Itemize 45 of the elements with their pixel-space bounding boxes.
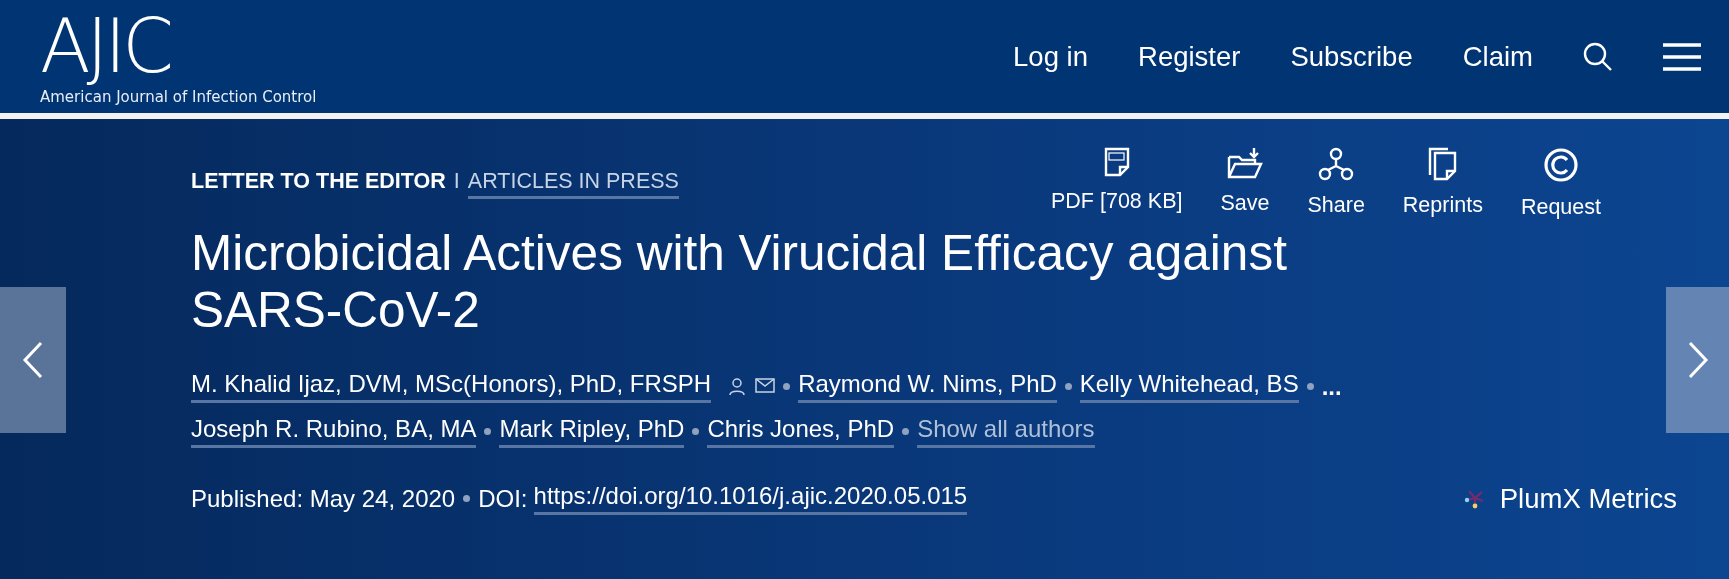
toolbar-button[interactable]: Save: [1212, 147, 1278, 220]
share-icon: [1318, 147, 1355, 181]
separator: I: [453, 169, 460, 194]
bullet: [1306, 383, 1314, 390]
copyright-icon: [1542, 147, 1579, 183]
bullet: [902, 428, 910, 435]
author-link[interactable]: M. Khalid Ijaz, DVM, MSc(Honors), PhD, FRSPH: [191, 370, 712, 403]
nav-link[interactable]: Claim: [1462, 40, 1533, 73]
search-icon[interactable]: [1583, 41, 1613, 72]
doi-label: DOI:: [478, 484, 528, 513]
menu-icon[interactable]: [1663, 41, 1701, 72]
author-link[interactable]: Mark Ripley, PhD: [499, 415, 685, 448]
doi-link[interactable]: https://doi.org/10.1016/j.ajic.2020.05.015: [533, 482, 968, 515]
chevron-left-icon: [21, 340, 45, 380]
article-title: Microbicidal Actives with Virucidal Efficacy against SARS-CoV-2: [191, 224, 1288, 338]
bullet: [692, 428, 700, 435]
more-authors-button[interactable]: ...: [1321, 372, 1342, 401]
logo-subtitle: American Journal of Infection Control: [40, 87, 317, 106]
person-icon[interactable]: [729, 377, 746, 396]
documents-icon: [1427, 147, 1458, 181]
bullet: [783, 383, 791, 390]
toolbar-button[interactable]: Reprints: [1394, 147, 1491, 220]
toolbar-button[interactable]: Share: [1299, 147, 1373, 220]
folder-download-icon: [1226, 147, 1263, 179]
nav-link[interactable]: Register: [1138, 40, 1241, 73]
author-link[interactable]: Chris Jones, PhD: [707, 415, 895, 448]
author-link[interactable]: Raymond W. Nims, PhD: [798, 370, 1057, 403]
pdf-file-icon: [1103, 147, 1130, 177]
bullet: [463, 495, 471, 502]
bullet: [484, 428, 492, 435]
author-link[interactable]: Kelly Whitehead, BS: [1079, 370, 1299, 403]
published-date: Published: May 24, 2020: [191, 484, 456, 513]
section-link[interactable]: ARTICLES IN PRESS: [467, 169, 679, 199]
author-link[interactable]: Joseph R. Rubino, BA, MA: [191, 415, 477, 448]
article-type: LETTER TO THE EDITOR: [191, 169, 446, 194]
journal-logo[interactable]: AJIC American Journal of Infection Control: [40, 3, 317, 106]
toolbar-button[interactable]: Request: [1512, 147, 1609, 220]
logo-mark: AJIC: [40, 3, 170, 88]
bullet: [1064, 383, 1072, 390]
toolbar-button[interactable]: PDF [708 KB]: [1043, 147, 1191, 220]
nav-link[interactable]: Log in: [1013, 40, 1088, 73]
nav-link[interactable]: Subscribe: [1290, 40, 1413, 73]
mail-icon[interactable]: [755, 377, 776, 393]
show-all-authors-link[interactable]: Show all authors: [917, 415, 1095, 448]
plumx-link[interactable]: PlumX Metrics: [1463, 482, 1677, 515]
